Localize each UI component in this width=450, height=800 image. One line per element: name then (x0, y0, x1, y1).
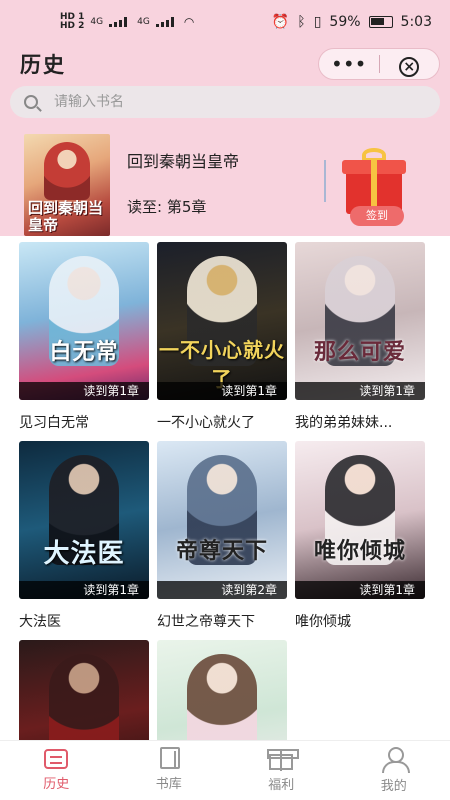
gift-icon (267, 749, 300, 771)
bottom-tab-bar: 历史 书库 福利 我的 (0, 740, 450, 800)
read-progress: 读到第1章 (295, 382, 425, 400)
book-cover[interactable]: 那么可爱 读到第1章 (295, 242, 425, 400)
recent-divider (324, 160, 326, 202)
tab-label: 历史 (43, 777, 70, 792)
search-bar[interactable] (10, 86, 440, 118)
cover-title: 那么可爱 (313, 339, 406, 365)
book-card[interactable] (157, 640, 287, 740)
recent-book-cover[interactable]: 回到秦朝当皇帝 (24, 134, 110, 236)
mini-program-capsule: ••• × (318, 48, 440, 80)
cover-art (187, 654, 257, 740)
book-cover[interactable]: 唯你倾城 读到第1章 (295, 441, 425, 599)
book-title[interactable]: 见习白无常 (19, 412, 149, 432)
book-card[interactable]: 一不小心就火了 读到第1章 一不小心就火了 (157, 242, 287, 432)
tab-label: 福利 (268, 778, 295, 793)
book-card[interactable]: 唯你倾城 读到第1章 唯你倾城 (295, 441, 425, 631)
hd2-label: HD 2 (60, 21, 85, 31)
network-label-2: 4G (137, 17, 150, 27)
battery-percent: 59% (329, 14, 361, 30)
tab-history[interactable]: 历史 (0, 741, 113, 800)
close-circle-icon: × (399, 57, 420, 77)
signal-icon-2 (155, 17, 178, 27)
book-cover[interactable] (157, 640, 287, 740)
book-card[interactable] (19, 640, 149, 740)
more-dots-icon[interactable]: ••• (319, 49, 379, 79)
book-title[interactable]: 唯你倾城 (295, 611, 425, 631)
close-button[interactable]: × (380, 49, 440, 79)
book-cover[interactable]: 大法医 读到第1章 (19, 441, 149, 599)
hd-indicator: HD 1 HD 2 (60, 13, 84, 31)
search-input[interactable] (54, 94, 354, 110)
read-progress: 读到第2章 (157, 581, 287, 599)
alarm-icon: ⏰ (271, 14, 290, 30)
book-card[interactable]: 那么可爱 读到第1章 我的弟弟妹妹... (295, 242, 425, 432)
bluetooth-icon: ᛒ (297, 14, 306, 30)
wifi-icon: ◠ (183, 15, 195, 29)
checkin-label: 签到 (350, 206, 404, 226)
vibrate-icon: ▯ (313, 14, 322, 30)
tab-me[interactable]: 我的 (338, 741, 450, 800)
book-card[interactable]: 帝尊天下 读到第2章 幻世之帝尊天下 (157, 441, 287, 631)
tab-label: 我的 (380, 779, 407, 794)
page-title: 历史 (20, 53, 66, 77)
recent-book[interactable]: 回到秦朝当皇帝 回到秦朝当皇帝 读至: 第5章 签到 (0, 128, 450, 236)
status-bar: HD 1 HD 2 4G 4G ◠ ⏰ ᛒ ▯ 59% 5:03 (0, 0, 450, 44)
status-left: HD 1 HD 2 4G 4G ◠ (60, 13, 194, 31)
cover-art (49, 654, 119, 740)
recent-cover-title: 回到秦朝当皇帝 (28, 199, 104, 234)
signal-icon (109, 17, 131, 27)
network-label: 4G (90, 17, 104, 27)
cover-title: 唯你倾城 (313, 538, 406, 564)
tab-bookshelf[interactable]: 书库 (113, 741, 226, 800)
history-icon (44, 749, 69, 769)
profile-icon (381, 747, 410, 773)
book-grid: 白无常 读到第1章 见习白无常 一不小心就火了 读到第1章 一不小心就火了 那么… (0, 236, 450, 740)
book-cover[interactable]: 帝尊天下 读到第2章 (157, 441, 287, 599)
book-title[interactable]: 幻世之帝尊天下 (157, 611, 287, 631)
tab-welfare[interactable]: 福利 (225, 741, 338, 800)
recent-book-title[interactable]: 回到秦朝当皇帝 (127, 148, 239, 172)
cover-title: 帝尊天下 (175, 538, 268, 564)
cover-title: 白无常 (49, 339, 119, 365)
book-card[interactable]: 大法医 读到第1章 大法医 (19, 441, 149, 631)
read-progress: 读到第1章 (157, 382, 287, 400)
book-title[interactable]: 我的弟弟妹妹... (295, 412, 425, 432)
read-progress: 读到第1章 (19, 581, 149, 599)
checkin-button[interactable]: 签到 (340, 148, 410, 230)
bookshelf-icon (160, 747, 181, 769)
header: 历史 ••• × (0, 44, 450, 84)
book-cover[interactable]: 白无常 读到第1章 (19, 242, 149, 400)
book-cover[interactable]: 一不小心就火了 读到第1章 (157, 242, 287, 400)
status-right: ⏰ ᛒ ▯ 59% 5:03 (272, 14, 432, 30)
battery-icon (368, 16, 393, 28)
search-icon (24, 95, 38, 109)
cover-title: 大法医 (43, 539, 125, 569)
top-region: HD 1 HD 2 4G 4G ◠ ⏰ ᛒ ▯ 59% 5:03 历史 ••• … (0, 0, 450, 236)
read-progress: 读到第1章 (19, 382, 149, 400)
book-title[interactable]: 一不小心就火了 (157, 412, 287, 432)
cover-art (44, 142, 90, 200)
tab-label: 书库 (155, 777, 182, 792)
book-card[interactable]: 白无常 读到第1章 见习白无常 (19, 242, 149, 432)
read-progress: 读到第1章 (295, 581, 425, 599)
recent-book-progress: 读至: 第5章 (127, 198, 207, 216)
book-cover[interactable] (19, 640, 149, 740)
book-title[interactable]: 大法医 (19, 611, 149, 631)
clock: 5:03 (400, 14, 432, 30)
